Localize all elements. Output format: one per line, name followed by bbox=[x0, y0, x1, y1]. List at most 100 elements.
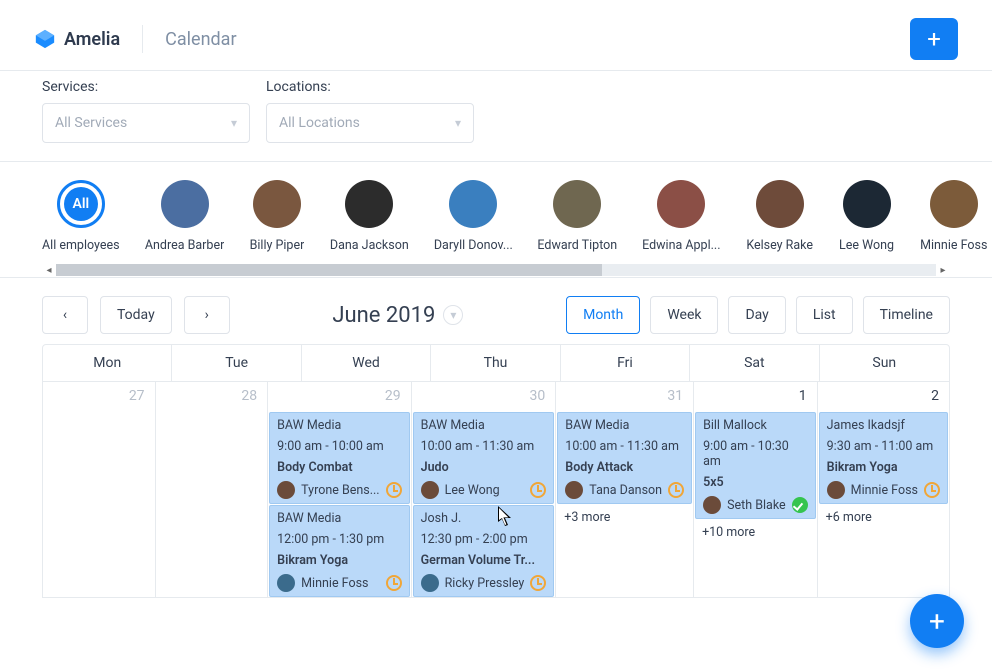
day-number: 29 bbox=[385, 388, 401, 404]
employee-name: Dana Jackson bbox=[330, 238, 409, 253]
services-select[interactable]: All Services ▾ bbox=[42, 103, 250, 143]
calendar-event[interactable]: Bill Mallock9:00 am - 10:30 am5x5Seth Bl… bbox=[695, 412, 816, 519]
employee-name: Edward Tipton bbox=[537, 238, 617, 253]
more-events-link[interactable]: +10 more bbox=[694, 519, 817, 546]
event-service: Body Combat bbox=[277, 460, 401, 475]
more-events-link[interactable]: +3 more bbox=[556, 504, 693, 531]
calendar-cell[interactable]: 28 bbox=[156, 382, 269, 598]
status-pending-icon bbox=[530, 575, 546, 591]
calendar-event[interactable]: BAW Media12:00 pm - 1:30 pmBikram YogaMi… bbox=[269, 505, 409, 597]
logo-icon bbox=[34, 28, 56, 50]
employee-item[interactable]: Kelsey Rake bbox=[746, 180, 813, 253]
event-service: 5x5 bbox=[703, 475, 808, 490]
view-month-button[interactable]: Month bbox=[566, 296, 640, 334]
next-period-button[interactable]: › bbox=[184, 296, 230, 334]
staff-name: Tyrone Bens... bbox=[301, 483, 379, 498]
brand-logo[interactable]: Amelia bbox=[34, 28, 120, 50]
event-time: 10:00 am - 11:30 am bbox=[565, 439, 684, 454]
event-service: Body Attack bbox=[565, 460, 684, 475]
employee-item[interactable]: AllAll employees bbox=[42, 180, 120, 253]
period-dropdown[interactable]: ▾ bbox=[443, 305, 463, 325]
avatar: All bbox=[57, 180, 105, 228]
employee-item[interactable]: Minnie Foss bbox=[920, 180, 987, 253]
event-title: James Ikadsjf bbox=[827, 418, 940, 433]
employee-name: Daryll Donov... bbox=[434, 238, 513, 253]
locations-select[interactable]: All Locations ▾ bbox=[266, 103, 474, 143]
staff-avatar bbox=[277, 481, 295, 499]
employee-name: Andrea Barber bbox=[145, 238, 224, 253]
event-service: Bikram Yoga bbox=[277, 553, 401, 568]
event-title: Bill Mallock bbox=[703, 418, 808, 433]
more-events-link[interactable]: +6 more bbox=[818, 504, 949, 531]
staff-name: Lee Wong bbox=[445, 483, 525, 498]
page-title: Calendar bbox=[165, 29, 236, 50]
event-service: Bikram Yoga bbox=[827, 460, 940, 475]
scroll-right-icon: ▸ bbox=[936, 265, 950, 276]
calendar-cell[interactable]: 30BAW Media10:00 am - 11:30 amJudoLee Wo… bbox=[412, 382, 557, 598]
fab-add-button[interactable]: + bbox=[910, 594, 964, 648]
employee-item[interactable]: Dana Jackson bbox=[330, 180, 408, 253]
calendar-event[interactable]: BAW Media10:00 am - 11:30 amBody AttackT… bbox=[557, 412, 692, 504]
avatar bbox=[657, 180, 705, 228]
today-label: Today bbox=[117, 307, 155, 323]
calendar-cell[interactable]: 2James Ikadsjf9:30 am - 11:00 amBikram Y… bbox=[818, 382, 950, 598]
weekday-header: Sun bbox=[820, 345, 949, 381]
prev-period-button[interactable]: ‹ bbox=[42, 296, 88, 334]
staff-name: Tana Danson bbox=[589, 483, 662, 498]
weekday-header: Thu bbox=[431, 345, 560, 381]
employee-item[interactable]: Edwina Appl... bbox=[642, 180, 720, 253]
employee-item[interactable]: Edward Tipton bbox=[538, 180, 616, 253]
all-badge: All bbox=[64, 187, 98, 221]
avatar bbox=[843, 180, 891, 228]
staff-avatar bbox=[565, 481, 583, 499]
employee-scrollbar[interactable]: ◂ ▸ bbox=[42, 263, 950, 277]
staff-avatar bbox=[827, 481, 845, 499]
scroll-left-icon: ◂ bbox=[42, 265, 56, 276]
view-day-button[interactable]: Day bbox=[728, 296, 785, 334]
status-approved-icon bbox=[792, 497, 808, 513]
plus-icon: + bbox=[927, 25, 941, 53]
event-title: Josh J. bbox=[421, 511, 547, 526]
staff-avatar bbox=[421, 574, 439, 592]
employee-name: Billy Piper bbox=[250, 238, 305, 253]
employee-name: Minnie Foss bbox=[920, 238, 987, 253]
view-week-button[interactable]: Week bbox=[650, 296, 718, 334]
calendar-cell[interactable]: 31BAW Media10:00 am - 11:30 amBody Attac… bbox=[556, 382, 694, 598]
weekday-header: Fri bbox=[561, 345, 690, 381]
status-pending-icon bbox=[386, 482, 402, 498]
employee-item[interactable]: Lee Wong bbox=[839, 180, 894, 253]
avatar bbox=[253, 180, 301, 228]
calendar-cell[interactable]: 29 BAW Media9:00 am - 10:00 amBody Combat… bbox=[268, 382, 411, 598]
avatar bbox=[553, 180, 601, 228]
status-pending-icon bbox=[530, 482, 546, 498]
event-title: BAW Media bbox=[277, 511, 401, 526]
chevron-right-icon: › bbox=[205, 307, 209, 323]
view-timeline-button[interactable]: Timeline bbox=[863, 296, 950, 334]
avatar bbox=[449, 180, 497, 228]
calendar-event[interactable]: BAW Media9:00 am - 10:00 amBody CombatTy… bbox=[269, 412, 409, 504]
employee-name: Kelsey Rake bbox=[746, 238, 813, 253]
services-select-value: All Services bbox=[55, 115, 127, 131]
employee-item[interactable]: Billy Piper bbox=[250, 180, 305, 253]
calendar-event[interactable]: BAW Media10:00 am - 11:30 amJudoLee Wong bbox=[413, 412, 555, 504]
staff-avatar bbox=[421, 481, 439, 499]
calendar-cell[interactable]: 1Bill Mallock9:00 am - 10:30 am5x5Seth B… bbox=[694, 382, 818, 598]
locations-select-value: All Locations bbox=[279, 115, 360, 131]
staff-name: Seth Blake bbox=[727, 498, 786, 513]
event-time: 9:30 am - 11:00 am bbox=[827, 439, 940, 454]
locations-filter-label: Locations: bbox=[266, 79, 474, 95]
chevron-left-icon: ‹ bbox=[63, 307, 67, 323]
staff-name: Ricky Pressley bbox=[445, 576, 525, 591]
calendar-event[interactable]: James Ikadsjf 9:30 am - 11:00 am Bikram Yo… bbox=[819, 412, 948, 504]
calendar-cell[interactable]: 27 bbox=[43, 382, 156, 598]
chevron-down-icon: ▾ bbox=[455, 116, 461, 130]
add-appointment-button[interactable]: + bbox=[910, 18, 958, 60]
employee-item[interactable]: Andrea Barber bbox=[146, 180, 224, 253]
calendar-event[interactable]: Josh J.12:30 pm - 2:00 pmGerman Volume T… bbox=[413, 505, 555, 597]
employee-item[interactable]: Daryll Donov... bbox=[434, 180, 512, 253]
avatar bbox=[930, 180, 978, 228]
day-number: 31 bbox=[667, 388, 683, 404]
today-button[interactable]: Today bbox=[100, 296, 172, 334]
status-pending-icon bbox=[668, 482, 684, 498]
view-list-button[interactable]: List bbox=[796, 296, 853, 334]
